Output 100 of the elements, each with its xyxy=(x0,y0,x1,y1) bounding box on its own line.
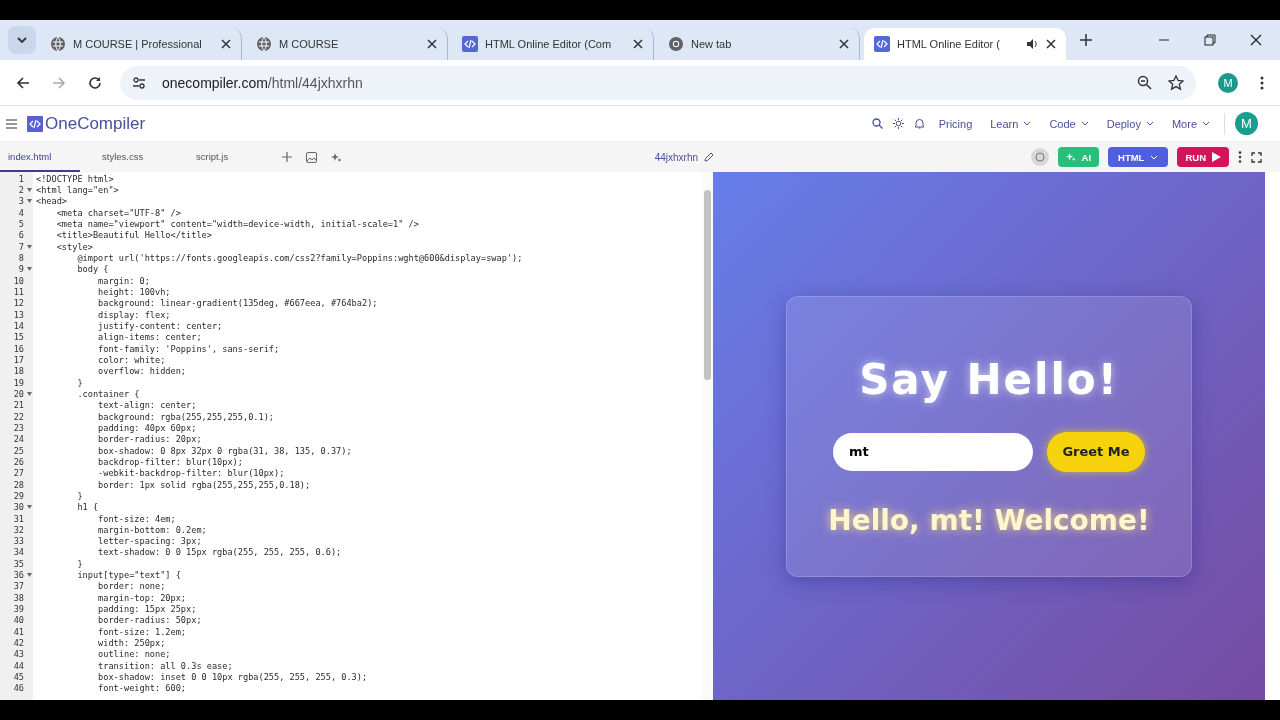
back-arrow-icon[interactable] xyxy=(16,75,30,90)
line-number: 20 xyxy=(12,388,24,399)
code-line: align-items: center; xyxy=(97,332,202,343)
code-line: <meta name="viewport" content="width=device-width, initial-scale=1" /> xyxy=(55,218,419,229)
line-number: 23 xyxy=(12,422,24,433)
code-line: height: 100vh; xyxy=(97,286,171,297)
browser-tab[interactable]: HTML Online Editor (Com xyxy=(452,28,654,60)
sun-icon[interactable] xyxy=(892,118,904,129)
code-line: margin-bottom: 0.2em; xyxy=(97,524,207,535)
code-line: font-family: 'Poppins', sans-serif; xyxy=(97,343,280,354)
menu-icon[interactable] xyxy=(6,118,17,129)
close-icon[interactable] xyxy=(221,39,231,49)
line-number: 1 xyxy=(17,173,24,184)
file-tab[interactable]: styles.css xyxy=(94,142,174,172)
code-line: overflow: hidden; xyxy=(97,366,187,377)
zoom-icon[interactable] xyxy=(1137,75,1152,90)
fullscreen-icon[interactable] xyxy=(1251,151,1262,163)
fold-arrow-icon[interactable] xyxy=(27,244,32,249)
greet-button[interactable]: Greet Me xyxy=(1047,431,1145,472)
add-file-icon[interactable] xyxy=(282,152,292,162)
tab-title: M COURSE | Professional xyxy=(73,38,203,50)
code-icon xyxy=(874,36,890,52)
site-settings-icon[interactable] xyxy=(132,75,146,90)
close-icon[interactable] xyxy=(1046,39,1056,49)
line-number: 5 xyxy=(17,218,24,229)
language-dropdown[interactable]: HTML xyxy=(1108,147,1169,167)
browser-tab[interactable]: HTML Online Editor ( xyxy=(864,28,1066,60)
bell-icon[interactable] xyxy=(913,118,925,129)
nav-link[interactable]: Pricing xyxy=(934,117,977,130)
fold-arrow-icon[interactable] xyxy=(27,573,32,578)
logo-text[interactable]: OneCompiler xyxy=(45,113,146,134)
line-number: 15 xyxy=(12,332,24,343)
close-icon[interactable] xyxy=(427,39,437,49)
url-text: onecompiler.com/html/44jxhxrhn xyxy=(162,74,363,91)
search-icon[interactable] xyxy=(871,118,883,129)
code-line: margin: 0; xyxy=(97,275,150,286)
code-line: } xyxy=(76,490,83,501)
line-number: 41 xyxy=(12,626,24,637)
line-number: 36 xyxy=(12,570,24,581)
tab-search-button[interactable] xyxy=(8,26,36,54)
nav-link[interactable]: Deploy xyxy=(1102,117,1158,130)
circle-icon[interactable] xyxy=(1030,148,1049,166)
speaker-icon[interactable] xyxy=(1025,37,1039,51)
address-bar[interactable]: onecompiler.com/html/44jxhxrhn xyxy=(120,65,1196,100)
close-icon[interactable] xyxy=(839,39,849,49)
line-number: 13 xyxy=(12,309,24,320)
line-number: 17 xyxy=(12,354,24,365)
code-line: body { xyxy=(76,264,109,275)
code-line: padding: 40px 60px; xyxy=(97,422,197,433)
browser-tab[interactable]: M COURSE xyxy=(246,28,448,60)
line-number: 39 xyxy=(12,604,24,615)
nav-link[interactable]: More xyxy=(1167,117,1214,130)
fold-arrow-icon[interactable] xyxy=(27,199,32,204)
code-line: color: white; xyxy=(97,354,166,365)
code-line: border: 1px solid rgba(255,255,255,0.18); xyxy=(97,479,311,490)
name-input[interactable]: mt xyxy=(833,432,1033,471)
sparkle-icon[interactable] xyxy=(331,151,342,163)
code-line: padding: 15px 25px; xyxy=(97,604,197,615)
code-line: font-size: 1.2em; xyxy=(97,626,187,637)
fold-arrow-icon[interactable] xyxy=(27,267,32,272)
browser-tab[interactable]: New tab xyxy=(658,28,860,60)
line-number: 38 xyxy=(12,592,24,603)
code-line: backdrop-filter: blur(10px); xyxy=(97,456,243,467)
run-button[interactable]: RUN xyxy=(1177,147,1229,167)
close-icon[interactable] xyxy=(1250,34,1262,46)
browser-tab[interactable]: M COURSE | Professional xyxy=(40,28,242,60)
tab-title: New tab xyxy=(691,38,733,50)
line-number: 6 xyxy=(17,230,24,241)
nav-link[interactable]: Learn xyxy=(986,117,1036,130)
image-icon[interactable] xyxy=(306,151,317,163)
line-number: 28 xyxy=(12,479,24,490)
pencil-icon[interactable] xyxy=(704,152,714,162)
restore-icon[interactable] xyxy=(1204,34,1216,46)
line-number: 43 xyxy=(12,649,24,660)
more-icon[interactable] xyxy=(1238,151,1242,163)
fold-arrow-icon[interactable] xyxy=(27,188,32,192)
code-line: outline: none; xyxy=(97,649,171,660)
code-line: width: 250px; xyxy=(97,638,166,649)
scrollbar[interactable] xyxy=(702,172,713,700)
star-icon[interactable] xyxy=(1168,74,1184,91)
nav-link[interactable]: Code xyxy=(1045,117,1093,130)
fold-arrow-icon[interactable] xyxy=(27,391,32,396)
code-line: letter-spacing: 3px; xyxy=(97,536,202,547)
line-number: 45 xyxy=(12,672,24,683)
sparkle-icon xyxy=(1065,152,1076,162)
tab-title: M COURSE xyxy=(279,38,340,50)
new-tab-icon[interactable] xyxy=(1080,34,1092,46)
close-icon[interactable] xyxy=(633,39,643,49)
globe-icon xyxy=(50,36,66,52)
reload-icon[interactable] xyxy=(88,75,102,90)
project-name[interactable]: 44jxhxrhn xyxy=(654,151,698,163)
tab-title: HTML Online Editor (Com xyxy=(485,38,613,50)
line-number: 4 xyxy=(17,207,24,218)
file-tab[interactable]: script.js xyxy=(188,142,268,172)
fold-arrow-icon[interactable] xyxy=(27,505,32,510)
play-icon xyxy=(1212,152,1221,162)
line-number: 11 xyxy=(12,286,24,297)
line-number: 3 xyxy=(17,196,24,207)
code-line: <html lang="en"> xyxy=(36,185,119,195)
more-icon[interactable] xyxy=(1260,75,1264,90)
